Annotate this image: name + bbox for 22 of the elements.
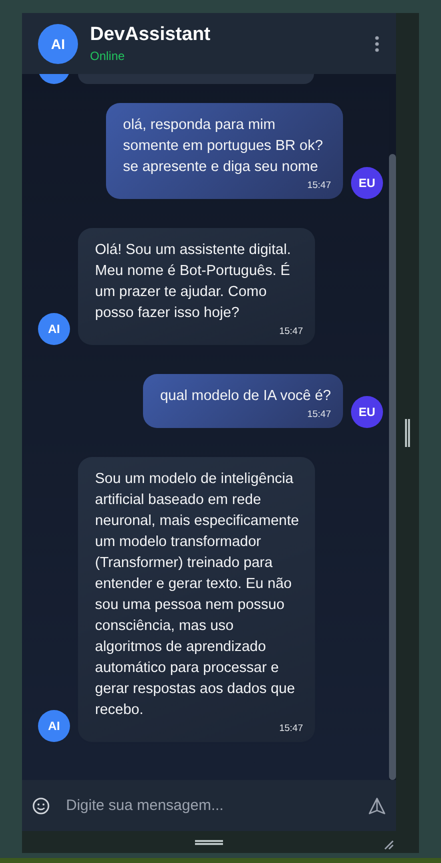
user-avatar: EU [351,167,383,199]
message-time: 15:47 [278,723,303,734]
resize-grip-icon[interactable] [195,840,223,844]
emoji-icon[interactable] [32,796,50,814]
message-text: qual modelo de IA você é? [160,387,331,406]
send-icon[interactable] [368,796,386,814]
assistant-avatar: AI [38,313,70,345]
status-text: Online [90,49,126,63]
resize-corner-icon[interactable] [382,838,394,850]
user-avatar: EU [351,396,383,428]
message-time: 15:47 [278,326,303,337]
message-time: 15:47 [306,180,331,191]
message-input[interactable]: Digite sua mensagem... [64,796,354,815]
message-text: Sou um modelo de inteligência artificial baseado em rede neuronal, mais especificamente um modelo transformador (Transformer) treinado para entender e gerar texto. Eu não sou uma pessoa nem possuo consciência, mas uso algoritmos de aprendizado automático para processar e gerar respostas aos dados que recebo. [95,470,300,720]
scrollbar-thumb[interactable] [389,154,396,780]
message-time: 15:47 [306,409,331,420]
splitter-handle-icon[interactable] [405,419,410,447]
message-text: olá, responda para mim somente em portugues BR ok? se apresente e diga seu nome [123,116,324,177]
message-text: Olá! Sou um assistente digital. Meu nome é Bot-Português. É um prazer te ajudar. Como posso fazer isso hoje? [95,241,292,323]
chat-title: DevAssistant [90,24,212,46]
assistant-avatar: AI [38,710,70,742]
assistant-avatar: AI [38,24,78,64]
